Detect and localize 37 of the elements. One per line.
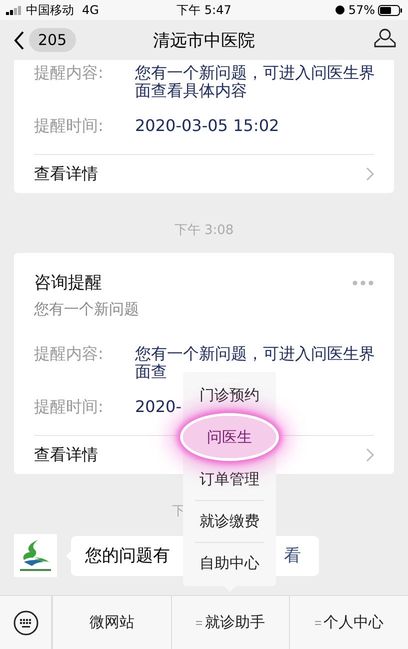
signal-icon (6, 6, 22, 14)
battery-text: 57% (348, 3, 375, 17)
chat-timestamp: 下午 3:08 (174, 222, 234, 239)
window-title: 清远市中医院 (152, 30, 256, 52)
menu-item[interactable]: 问医生 (183, 416, 276, 458)
field-value: 2020-03-05 15:02 (135, 117, 280, 135)
field-value: 您有一个新问题，可进入问医生界面查看具体内容 (135, 64, 375, 100)
field-label: 提醒内容: (34, 64, 104, 82)
list-icon (196, 620, 202, 626)
message-link-text: 看 (284, 545, 301, 567)
field-value: 2020- (135, 398, 182, 416)
view-details-link[interactable]: 查看详情 (34, 154, 374, 193)
unread-count-badge: 205 (29, 28, 76, 52)
menu-tab[interactable]: 个人中心 (289, 596, 408, 649)
carrier-text: 中国移动 (26, 2, 74, 18)
back-icon (14, 30, 25, 50)
chevron-right-icon (366, 167, 374, 181)
back-button[interactable]: 205 (14, 28, 76, 52)
network-text: 4G (82, 3, 99, 17)
menu-item[interactable]: 订单管理 (183, 458, 276, 500)
menu-item[interactable]: 自助中心 (183, 542, 276, 584)
chat-timestamp: 下 (172, 503, 185, 520)
list-icon (314, 620, 321, 626)
person-icon (374, 28, 396, 48)
card-title: 咨询提醒 (34, 272, 102, 294)
field-label: 提醒时间: (34, 117, 104, 135)
clock-text: 下午 5:47 (176, 2, 232, 16)
menu-tab[interactable]: 微网站 (52, 596, 171, 649)
chevron-right-icon (366, 448, 374, 462)
battery-icon (378, 4, 402, 16)
keyboard-icon (12, 610, 38, 636)
card-subtitle: 您有一个新问题 (34, 300, 140, 319)
message-text: 您的问题有 (85, 545, 170, 567)
menu-item[interactable]: 就诊缴费 (183, 500, 276, 542)
field-label: 提醒内容: (34, 345, 104, 363)
menu-tab[interactable]: 就诊助手 (170, 596, 290, 649)
field-label: 提醒时间: (34, 398, 104, 416)
